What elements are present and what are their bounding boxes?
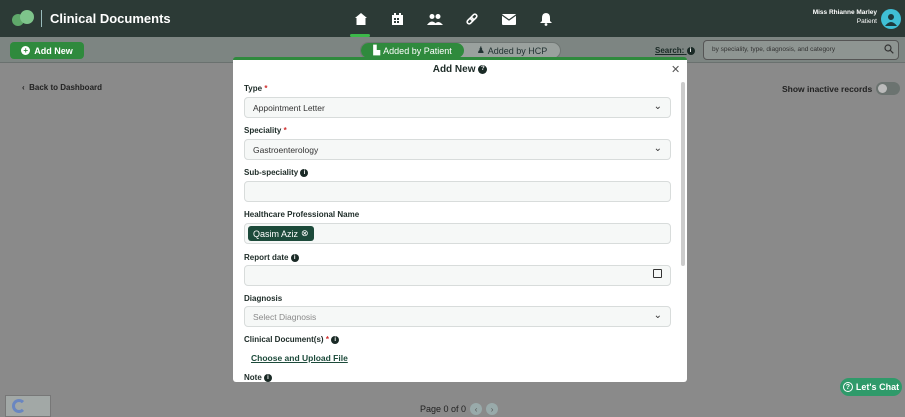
- type-label: Type *: [244, 84, 268, 93]
- diagnosis-select[interactable]: Select Diagnosis ⌄: [244, 306, 671, 327]
- subspeciality-label-text: Sub-speciality: [244, 168, 299, 177]
- search-label: Search: i: [655, 46, 695, 55]
- header-divider: [41, 10, 42, 27]
- type-label-text: Type: [244, 84, 263, 93]
- plus-icon: +: [21, 46, 31, 55]
- speciality-select[interactable]: Gastroenterology ⌄: [244, 139, 671, 160]
- search-placeholder: by speciality, type, diagnosis, and cate…: [712, 46, 836, 53]
- search-label-text: Search:: [655, 46, 685, 55]
- person-icon: ♟: [476, 45, 485, 55]
- report-date-label: Report date i: [244, 253, 299, 262]
- main-nav: [342, 9, 564, 37]
- add-new-modal: Add New ? ✕ Type * Appointment Letter ⌄ …: [233, 57, 687, 382]
- upload-file-link[interactable]: Choose and Upload File: [251, 353, 348, 363]
- modal-title-text: Add New: [432, 64, 476, 75]
- note-label: Note i: [244, 373, 273, 382]
- add-new-label: Add New: [34, 45, 73, 56]
- speciality-value: Gastroenterology: [253, 145, 319, 155]
- search-input[interactable]: by speciality, type, diagnosis, and cate…: [703, 40, 899, 60]
- info-icon[interactable]: i: [264, 373, 273, 382]
- lets-chat-button[interactable]: ? Let's Chat: [840, 378, 902, 396]
- home-icon[interactable]: [342, 9, 379, 37]
- next-page-button[interactable]: ›: [486, 403, 499, 415]
- bell-icon[interactable]: [527, 9, 564, 29]
- clinical-docs-label: Clinical Document(s) * i: [244, 335, 340, 344]
- clinical-docs-label-text: Clinical Document(s): [244, 335, 324, 344]
- user-role: Patient: [856, 18, 877, 25]
- show-inactive-label: Show inactive records: [782, 84, 873, 94]
- hcp-label: Healthcare Professional Name: [244, 210, 360, 219]
- modal-title: Add New ?: [233, 64, 687, 75]
- subspeciality-input[interactable]: [244, 181, 671, 202]
- app-title: Clinical Documents: [50, 11, 171, 26]
- type-value: Appointment Letter: [253, 103, 325, 113]
- calendar-icon[interactable]: [379, 9, 416, 29]
- chat-label: Let's Chat: [855, 382, 900, 392]
- help-icon[interactable]: ?: [478, 64, 488, 74]
- report-date-label-text: Report date: [244, 253, 289, 262]
- app-logo[interactable]: [12, 8, 34, 30]
- info-icon[interactable]: i: [331, 335, 340, 344]
- recaptcha-badge[interactable]: [5, 395, 51, 417]
- page-count-text: Page 0 of 0: [420, 404, 467, 414]
- subspeciality-label: Sub-speciality i: [244, 168, 309, 177]
- prev-page-button[interactable]: ‹: [470, 403, 483, 415]
- hcp-chip-label: Qasim Aziz: [253, 228, 299, 239]
- modal-scrollbar[interactable]: [681, 82, 685, 266]
- tab-hcp-label: Added by HCP: [487, 45, 548, 56]
- avatar[interactable]: [881, 9, 901, 29]
- user-info[interactable]: Miss Rhianne Marley Patient: [813, 8, 877, 26]
- info-icon[interactable]: i: [290, 253, 299, 262]
- document-icon: ▙: [373, 45, 381, 55]
- back-to-dashboard-link[interactable]: ‹ Back to Dashboard: [22, 83, 102, 92]
- speciality-label-text: Speciality: [244, 126, 282, 135]
- chevron-down-icon: ⌄: [653, 310, 662, 321]
- mail-icon[interactable]: [490, 9, 527, 29]
- calendar-icon[interactable]: [653, 269, 662, 278]
- info-icon[interactable]: i: [300, 168, 309, 177]
- search-icon[interactable]: [884, 44, 894, 54]
- hcp-input[interactable]: Qasim Aziz ⊗: [244, 223, 671, 244]
- link-icon[interactable]: [453, 9, 490, 29]
- add-new-button[interactable]: + Add New: [10, 42, 84, 59]
- report-date-input[interactable]: [244, 265, 671, 286]
- recaptcha-icon: [12, 399, 26, 413]
- tab-patient-label: Added by Patient: [383, 45, 452, 56]
- note-label-text: Note: [244, 373, 262, 382]
- tab-added-by-patient[interactable]: ▙ Added by Patient: [361, 43, 464, 58]
- people-icon[interactable]: [416, 9, 453, 29]
- tab-added-by-hcp[interactable]: ♟ Added by HCP: [467, 43, 557, 58]
- type-select[interactable]: Appointment Letter ⌄: [244, 97, 671, 118]
- close-icon[interactable]: ✕: [671, 63, 680, 76]
- diagnosis-label: Diagnosis: [244, 294, 283, 303]
- help-icon: ?: [842, 382, 853, 392]
- chevron-down-icon: ⌄: [653, 101, 662, 112]
- diagnosis-placeholder: Select Diagnosis: [253, 312, 317, 322]
- top-header: Clinical Documents Miss Rhianne Marley P…: [0, 0, 905, 37]
- info-icon[interactable]: i: [686, 46, 695, 55]
- back-label: Back to Dashboard: [29, 83, 103, 92]
- chevron-down-icon: ⌄: [653, 143, 662, 154]
- remove-chip-icon[interactable]: ⊗: [301, 228, 309, 239]
- speciality-label: Speciality *: [244, 126, 287, 135]
- hcp-chip[interactable]: Qasim Aziz ⊗: [248, 226, 314, 241]
- pagination: Page 0 of 0 ‹ ›: [420, 403, 499, 415]
- user-name: Miss Rhianne Marley: [812, 9, 877, 16]
- show-inactive-toggle[interactable]: [876, 82, 900, 95]
